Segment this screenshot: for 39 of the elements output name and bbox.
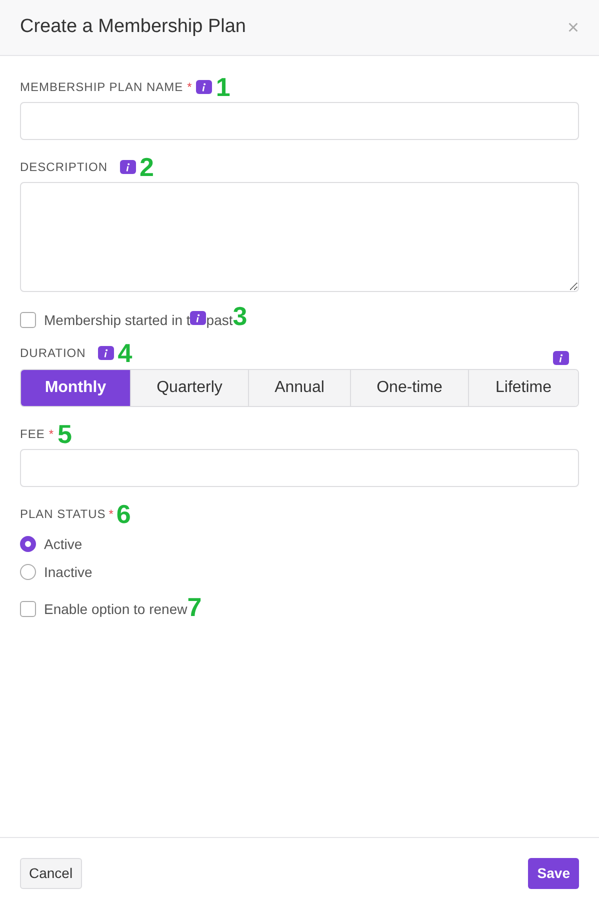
input-field[interactable] [20,102,579,140]
radio-label: Active [44,534,82,554]
field-label: FEE [20,426,45,443]
duration-tab[interactable]: Annual [249,370,351,406]
info-icon[interactable] [190,311,206,325]
field-label: DESCRIPTION [20,159,108,176]
checkbox-label: Enable option to renew [44,600,188,619]
checkbox[interactable] [20,601,36,617]
description-field[interactable] [20,182,579,292]
radio-button[interactable] [20,564,36,580]
radio-button[interactable] [20,536,36,552]
annotation-number: 2 [140,154,154,180]
annotation-number: 1 [216,74,230,100]
info-icon[interactable] [120,160,136,174]
required-asterisk: * [48,426,54,443]
annotation-number: 4 [118,340,132,366]
annotation-number: 3 [232,301,248,331]
field-label: DURATION [20,345,86,362]
duration-tab[interactable]: Monthly [21,370,131,406]
required-asterisk: * [108,506,114,523]
checkbox-label: past [206,310,233,330]
duration-tab[interactable]: One-time [351,370,469,406]
field-label: MEMBERSHIP PLAN NAME [20,79,184,96]
field-label: PLAN STATUS [20,506,106,523]
radio-label: Inactive [44,562,92,582]
duration-tab[interactable]: Quarterly [131,370,249,406]
checkbox[interactable] [20,312,36,328]
dialog-title: Create a Membership Plan [20,15,246,40]
required-asterisk: * [187,79,192,96]
info-icon[interactable] [98,346,114,360]
cancel-button[interactable]: Cancel [20,858,82,888]
info-icon[interactable] [553,351,569,365]
info-icon[interactable] [196,80,212,94]
annotation-number: 7 [187,592,202,622]
input-field[interactable] [20,449,579,487]
save-button[interactable]: Save [528,858,579,888]
duration-tab[interactable]: Lifetime [469,370,578,406]
annotation-number: 5 [58,421,72,447]
annotation-number: 6 [116,501,131,527]
